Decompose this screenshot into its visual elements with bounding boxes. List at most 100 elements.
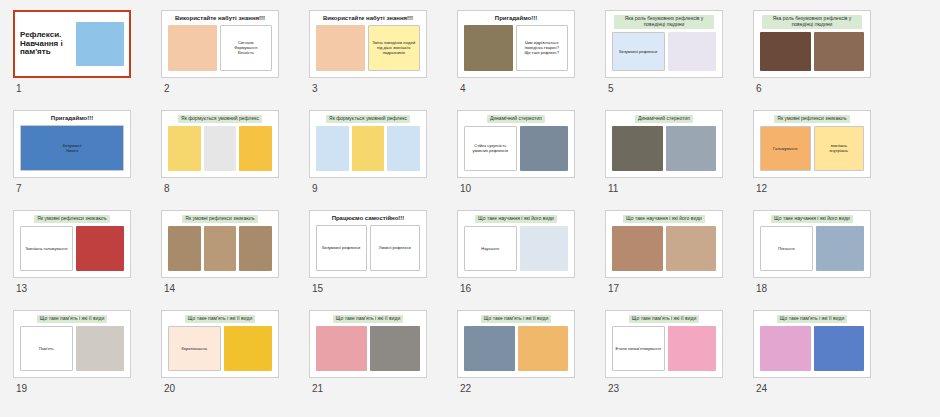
slide-cell: Працюємо самостійно!!!Безумовні рефлекси… — [309, 210, 427, 296]
slide-title: Що таке научання і які його види — [623, 215, 705, 223]
slide-textbox: Безумовні Умовні — [20, 125, 124, 171]
slide-content: Використайте набуті знання!!!Сигнали Фор… — [164, 13, 276, 75]
slide-picture — [352, 126, 385, 171]
slide-number: 23 — [605, 382, 723, 396]
slide-text: Сигнали Формування Кількість — [234, 40, 257, 56]
slide-thumbnail[interactable]: Що таке пам'ять і які її видиПам'ять — [13, 310, 131, 378]
slide-body: Научання — [462, 226, 570, 273]
slide-picture — [76, 22, 124, 66]
slide-number: 2 — [161, 82, 279, 96]
slide-thumbnail[interactable]: Як умовні рефлекси зникають — [161, 210, 279, 278]
slide-textbox: Безумовні рефлекси — [612, 32, 665, 72]
slide-title: Як умовні рефлекси зникають — [774, 115, 849, 123]
slide-textbox: Безумовні рефлекси — [316, 225, 367, 271]
slide-cell: Що таке научання і які його види Пізнання… — [753, 210, 871, 296]
slide-title: Яка роль безумовних рефлексів у поведінц… — [762, 15, 862, 29]
slide-body: Чим відрізняється поведінка тварин? Що т… — [462, 25, 570, 73]
slide-thumbnail[interactable]: Працюємо самостійно!!!Безумовні рефлекси… — [309, 210, 427, 278]
slide-textbox: Научання — [464, 226, 517, 271]
slide-picture — [520, 226, 569, 271]
slide-thumbnail[interactable]: Що таке пам'ять і які її види — [753, 310, 871, 378]
slide-number: 17 — [605, 282, 723, 296]
slide-thumbnail[interactable]: Динамічний стереотип — [605, 110, 723, 178]
slide-thumbnail[interactable]: Пригадаймо!!!Чим відрізняється поведінка… — [457, 10, 575, 78]
slide-content: Динамічний стереотипСтійка сукупність ум… — [460, 113, 572, 175]
slide-text: Пізнання — [778, 246, 795, 251]
slide-text: Умовні рефлекси — [379, 245, 411, 250]
slide-number: 22 — [457, 382, 575, 396]
slide-picture — [518, 326, 569, 371]
slide-cell: Що таке пам'ять і які її видиКороткочасн… — [161, 310, 279, 396]
slide-thumbnail[interactable]: Як умовні рефлекси зникаютьЗовнішнє галь… — [13, 210, 131, 278]
slide-content: Пригадаймо!!!Безумовні Умовні — [16, 113, 128, 175]
slide-picture — [204, 126, 237, 171]
slide-sorter: Рефлекси. Навчання і пам'ять 1 Використайт… — [0, 0, 940, 396]
slide-textbox: Зміна поведінки людей під дією зовнішніх… — [368, 25, 421, 71]
slide-thumbnail[interactable]: Використайте набуті знання!!!Сигнали Фор… — [161, 10, 279, 78]
slide-title: Що таке научання і які його види — [771, 215, 853, 223]
slide-number: 24 — [753, 382, 871, 396]
slide-thumbnail[interactable]: Що таке пам'ять і які її види Етапи запам… — [605, 310, 723, 378]
slide-cell: Що таке пам'ять і які її видиПам'ять19 — [13, 310, 131, 396]
slide-picture — [668, 326, 717, 371]
slide-thumbnail[interactable]: Що таке научання і які його види — [605, 210, 723, 278]
slide-content: Що таке научання і які його видиНаучання — [460, 213, 572, 275]
slide-body — [610, 126, 718, 173]
slide-content: Пригадаймо!!!Чим відрізняється поведінка… — [460, 13, 572, 75]
slide-thumbnail[interactable]: Що таке пам'ять і які її види — [457, 310, 575, 378]
slide-number: 3 — [309, 82, 427, 96]
slide-text: Безумовні рефлекси — [322, 245, 360, 250]
slide-number: 20 — [161, 382, 279, 396]
slide-thumbnail[interactable]: Що таке научання і які його види Пізнання — [753, 210, 871, 278]
slide-thumbnail[interactable]: Яка роль безумовних рефлексів у поведінц… — [753, 10, 871, 78]
slide-thumbnail[interactable]: Як формується умовний рефлекс — [161, 110, 279, 178]
slide-text: Научання — [481, 246, 499, 251]
slide-number: 12 — [753, 182, 871, 196]
slide-body: Пізнання — [758, 226, 866, 273]
slide-content: Що таке пам'ять і які її види — [756, 313, 868, 375]
slide-picture — [612, 226, 663, 271]
slide-title: Що таке пам'ять і які її види — [629, 315, 699, 323]
slide-thumbnail[interactable]: Пригадаймо!!!Безумовні Умовні — [13, 110, 131, 178]
slide-text: Зміна поведінки людей під дією зовнішніх… — [370, 40, 419, 56]
slide-thumbnail[interactable]: Використайте набуті знання!!!Зміна повед… — [309, 10, 427, 78]
slide-thumbnail[interactable]: Що таке пам'ять і які її видиКороткочасн… — [161, 310, 279, 378]
slide-content: Що таке научання і які його види Пізнання — [756, 213, 868, 275]
slide-thumbnail[interactable]: Динамічний стереотипСтійка сукупність ум… — [457, 110, 575, 178]
slide-body — [758, 326, 866, 373]
slide-cell: Що таке научання і які його види 17 — [605, 210, 723, 296]
slide-title: Яка роль безумовних рефлексів у поведінц… — [614, 15, 714, 29]
slide-cell: Використайте набуті знання!!!Зміна повед… — [309, 10, 427, 96]
slide-picture — [316, 25, 365, 71]
slide-thumbnail[interactable]: Яка роль безумовних рефлексів у поведінц… — [605, 10, 723, 78]
slide-textbox: Етапи запам'ятовування — [612, 326, 665, 371]
slide-thumbnail[interactable]: Як формується умовний рефлекс — [309, 110, 427, 178]
slide-number: 11 — [605, 182, 723, 196]
slide-thumbnail[interactable]: Як умовні рефлекси зникаютьГальмуваннязо… — [753, 110, 871, 178]
slide-number: 1 — [13, 82, 131, 96]
slide-cell: Як умовні рефлекси зникаютьЗовнішнє галь… — [13, 210, 131, 296]
slide-thumbnail[interactable]: Рефлекси. Навчання і пам'ять — [13, 10, 131, 78]
slide-body — [166, 126, 274, 173]
slide-number: 5 — [605, 82, 723, 96]
slide-body: Пам'ять — [18, 326, 126, 373]
slide-body — [610, 226, 718, 273]
slide-picture — [316, 326, 367, 371]
slide-picture — [370, 326, 421, 371]
slide-title: Як формується умовний рефлекс — [178, 115, 262, 123]
slide-title: Як формується умовний рефлекс — [326, 115, 410, 123]
slide-title: Динамічний стереотип — [635, 115, 693, 123]
slide-cell: Як формується умовний рефлекс9 — [309, 110, 427, 196]
slide-textbox: Зовнішнє гальмування — [20, 226, 73, 271]
slide-thumbnail[interactable]: Що таке научання і які його видиНаучання — [457, 210, 575, 278]
slide-picture — [612, 126, 663, 171]
slide-thumbnail[interactable]: Що таке пам'ять і які її види — [309, 310, 427, 378]
slide-body — [462, 326, 570, 373]
slide-number: 14 — [161, 282, 279, 296]
slide-cell: Яка роль безумовних рефлексів у поведінц… — [605, 10, 723, 96]
slide-content: Що таке пам'ять і які її видиПам'ять — [16, 313, 128, 375]
slide-cell: Пригадаймо!!!Чим відрізняється поведінка… — [457, 10, 575, 96]
slide-body: Безумовні рефлекси — [610, 32, 718, 74]
slide-content: Використайте набуті знання!!!Зміна повед… — [312, 13, 424, 75]
slide-body: Безумовні Умовні — [18, 125, 126, 173]
